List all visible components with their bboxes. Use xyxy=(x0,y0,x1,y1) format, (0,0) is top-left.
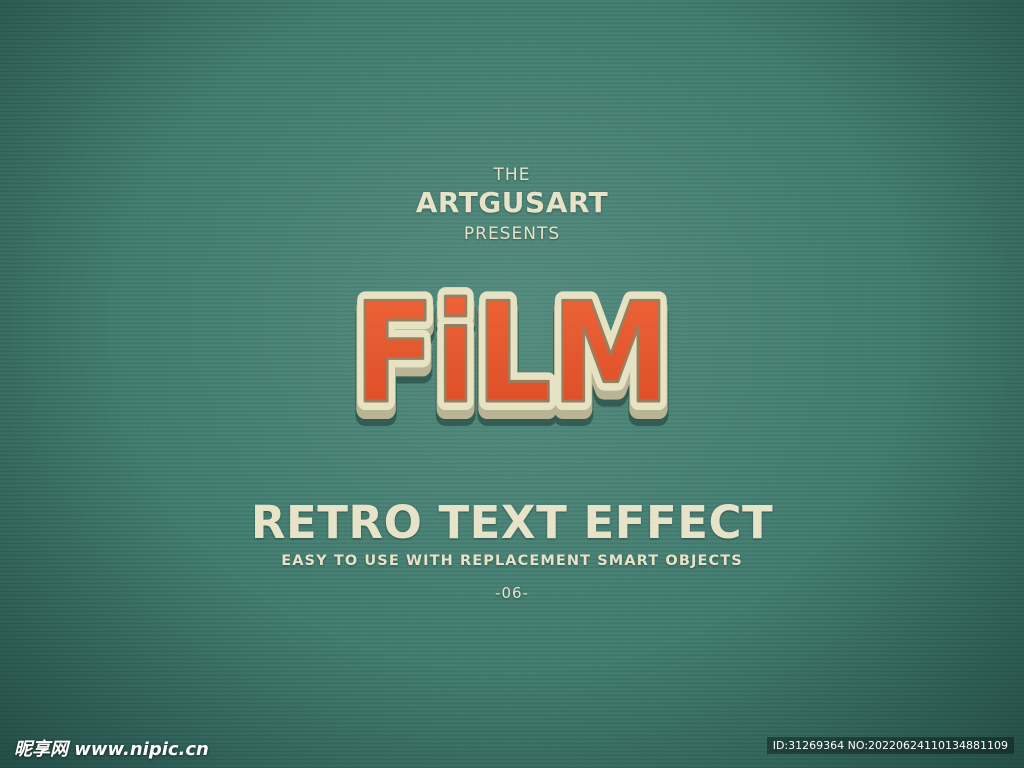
film-logo-graphic: FiLM FiLM FiLM FiLM xyxy=(343,275,681,437)
subline: EASY TO USE WITH REPLACEMENT SMART OBJEC… xyxy=(281,553,743,569)
film-logo: FiLM FiLM FiLM FiLM xyxy=(340,275,684,437)
intro-the: THE xyxy=(493,165,531,185)
watermark-site: 昵享网 www.nipic.cn xyxy=(14,739,209,760)
headline: RETRO TEXT EFFECT xyxy=(250,496,774,549)
brand-name: ARTGUSART xyxy=(415,186,609,219)
poster: THE ARTGUSART PRESENTS FiLM FiLM FiLM Fi… xyxy=(0,0,1024,768)
intro-presents: PRESENTS xyxy=(463,224,561,244)
watermark-id: ID:31269364 NO:20220624110134881109 xyxy=(766,737,1014,754)
film-fill: FiLM xyxy=(354,275,670,434)
edition-number: -06- xyxy=(495,584,529,602)
